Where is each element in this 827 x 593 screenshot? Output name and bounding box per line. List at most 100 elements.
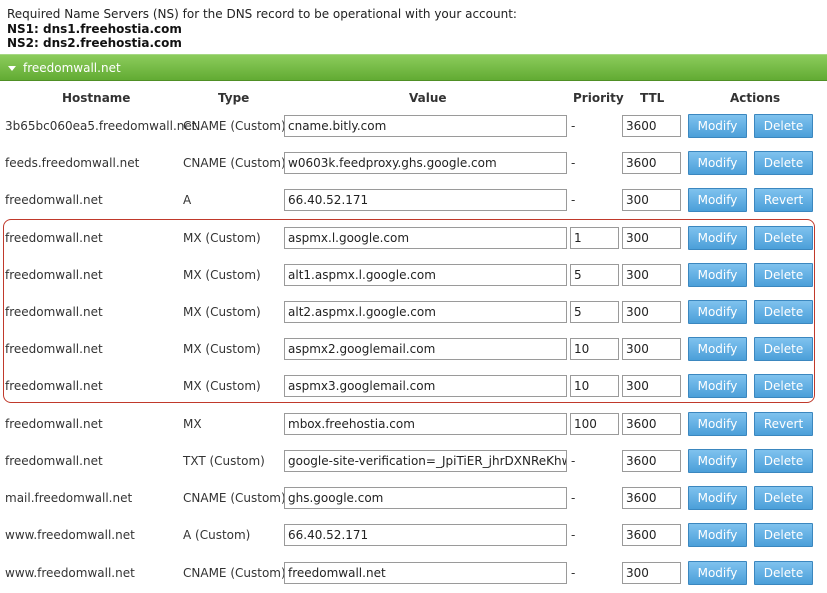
record-priority-empty: - <box>571 454 576 468</box>
record-value-input[interactable]: cname.bitly.com <box>284 115 567 137</box>
record-ttl-input[interactable]: 300 <box>622 227 681 249</box>
modify-button[interactable]: Modify <box>688 449 747 473</box>
modify-button[interactable]: Modify <box>688 188 747 212</box>
record-type: CNAME (Custom) <box>183 491 286 505</box>
delete-button[interactable]: Delete <box>754 114 813 138</box>
record-ttl-input[interactable]: 300 <box>622 562 681 584</box>
modify-button[interactable]: Modify <box>688 374 747 398</box>
table-row: www.freedomwall.net A (Custom) 66.40.52.17… <box>0 523 827 547</box>
delete-button[interactable]: Delete <box>754 374 813 398</box>
modify-button[interactable]: Modify <box>688 523 747 547</box>
nameserver-intro: Required Name Servers (NS) for the DNS r… <box>7 7 517 21</box>
column-header-actions: Actions <box>730 91 781 105</box>
table-row: mail.freedomwall.net CNAME (Custom) ghs.go… <box>0 486 827 510</box>
delete-button[interactable]: Delete <box>754 523 813 547</box>
delete-button[interactable]: Delete <box>754 337 813 361</box>
record-value-input[interactable]: w0603k.feedproxy.ghs.google.com <box>284 152 567 174</box>
column-header-ttl: TTL <box>640 91 665 105</box>
record-value-input[interactable]: 66.40.52.171 <box>284 189 567 211</box>
delete-button[interactable]: Delete <box>754 449 813 473</box>
revert-button[interactable]: Revert <box>754 188 813 212</box>
modify-button[interactable]: Modify <box>688 561 747 585</box>
record-type: MX (Custom) <box>183 305 261 319</box>
record-value-input[interactable]: alt1.aspmx.l.google.com <box>284 264 567 286</box>
column-header-value: Value <box>409 91 447 105</box>
record-ttl-input[interactable]: 3600 <box>622 450 681 472</box>
record-ttl-input[interactable]: 300 <box>622 375 681 397</box>
delete-button[interactable]: Delete <box>754 226 813 250</box>
record-ttl-input[interactable]: 300 <box>622 338 681 360</box>
delete-button[interactable]: Delete <box>754 486 813 510</box>
table-row: www.freedomwall.net CNAME (Custom) freedom… <box>0 561 827 585</box>
record-type: CNAME (Custom) <box>183 119 286 133</box>
column-header-priority: Priority <box>573 91 624 105</box>
record-value-input[interactable]: freedomwall.net <box>284 562 567 584</box>
record-value-input[interactable]: ghs.google.com <box>284 487 567 509</box>
record-ttl-input[interactable]: 3600 <box>622 413 681 435</box>
record-priority-input[interactable]: 5 <box>570 264 619 286</box>
delete-button[interactable]: Delete <box>754 561 813 585</box>
record-priority-empty: - <box>571 193 576 207</box>
modify-button[interactable]: Modify <box>688 114 747 138</box>
record-priority-input[interactable]: 5 <box>570 301 619 323</box>
table-row: freedomwall.net MX (Custom) alt1.aspmx.l.g… <box>0 263 827 287</box>
record-type: CNAME (Custom) <box>183 156 286 170</box>
modify-button[interactable]: Modify <box>688 412 747 436</box>
nameserver-1: NS1: dns1.freehostia.com <box>7 21 182 36</box>
record-ttl-input[interactable]: 3600 <box>622 152 681 174</box>
modify-button[interactable]: Modify <box>688 300 747 324</box>
table-row: freedomwall.net MX mbox.freehostia.com 100 3… <box>0 412 827 436</box>
table-row: feeds.freedomwall.net CNAME (Custom) w0603… <box>0 151 827 175</box>
table-row: freedomwall.net TXT (Custom) google-site-v… <box>0 449 827 473</box>
record-hostname: www.freedomwall.net <box>5 528 135 542</box>
record-ttl-input[interactable]: 300 <box>622 301 681 323</box>
record-priority-empty: - <box>571 119 576 133</box>
record-value-input[interactable]: aspmx2.googlemail.com <box>284 338 567 360</box>
record-type: CNAME (Custom) <box>183 566 286 580</box>
record-value-input[interactable]: 66.40.52.171 <box>284 524 567 546</box>
modify-button[interactable]: Modify <box>688 337 747 361</box>
record-ttl-input[interactable]: 3600 <box>622 115 681 137</box>
record-hostname: freedomwall.net <box>5 342 103 356</box>
record-priority-input[interactable]: 1 <box>570 227 619 249</box>
delete-button[interactable]: Delete <box>754 151 813 175</box>
record-value-input[interactable]: aspmx3.googlemail.com <box>284 375 567 397</box>
record-priority-input[interactable]: 100 <box>570 413 619 435</box>
record-value-input[interactable]: aspmx.l.google.com <box>284 227 567 249</box>
record-hostname: freedomwall.net <box>5 454 103 468</box>
record-hostname: freedomwall.net <box>5 268 103 282</box>
table-row: freedomwall.net A 66.40.52.171- 300 Modify Re… <box>0 188 827 212</box>
delete-button[interactable]: Delete <box>754 263 813 287</box>
record-hostname: freedomwall.net <box>5 231 103 245</box>
record-value-input[interactable]: mbox.freehostia.com <box>284 413 567 435</box>
record-hostname: feeds.freedomwall.net <box>5 156 140 170</box>
domain-header-bar[interactable]: freedomwall.net <box>0 54 827 81</box>
table-row: 3b65bc060ea5.freedomwall.net CNAME (Custo… <box>0 114 827 138</box>
table-row: freedomwall.net MX (Custom) alt2.aspmx.l.g… <box>0 300 827 324</box>
record-priority-input[interactable]: 10 <box>570 375 619 397</box>
revert-button[interactable]: Revert <box>754 412 813 436</box>
modify-button[interactable]: Modify <box>688 226 747 250</box>
modify-button[interactable]: Modify <box>688 486 747 510</box>
record-hostname: freedomwall.net <box>5 193 103 207</box>
column-header-hostname: Hostname <box>62 91 131 105</box>
record-hostname: freedomwall.net <box>5 417 103 431</box>
modify-button[interactable]: Modify <box>688 151 747 175</box>
record-ttl-input[interactable]: 300 <box>622 264 681 286</box>
record-hostname: mail.freedomwall.net <box>5 491 133 505</box>
modify-button[interactable]: Modify <box>688 263 747 287</box>
table-row: freedomwall.net MX (Custom) aspmx.l.google… <box>0 226 827 250</box>
delete-button[interactable]: Delete <box>754 300 813 324</box>
record-ttl-input[interactable]: 300 <box>622 189 681 211</box>
record-type: MX (Custom) <box>183 379 261 393</box>
record-ttl-input[interactable]: 3600 <box>622 487 681 509</box>
collapse-triangle-icon[interactable] <box>8 65 16 71</box>
record-value-input[interactable]: alt2.aspmx.l.google.com <box>284 301 567 323</box>
record-ttl-input[interactable]: 3600 <box>622 524 681 546</box>
record-value-input[interactable]: google-site-verification=_JpiTiER_jhrDXN… <box>284 450 567 472</box>
record-priority-empty: - <box>571 566 576 580</box>
record-type: TXT (Custom) <box>183 454 265 468</box>
record-priority-input[interactable]: 10 <box>570 338 619 360</box>
domain-title: freedomwall.net <box>23 60 121 75</box>
nameserver-info: Required Name Servers (NS) for the DNS r… <box>7 7 517 51</box>
